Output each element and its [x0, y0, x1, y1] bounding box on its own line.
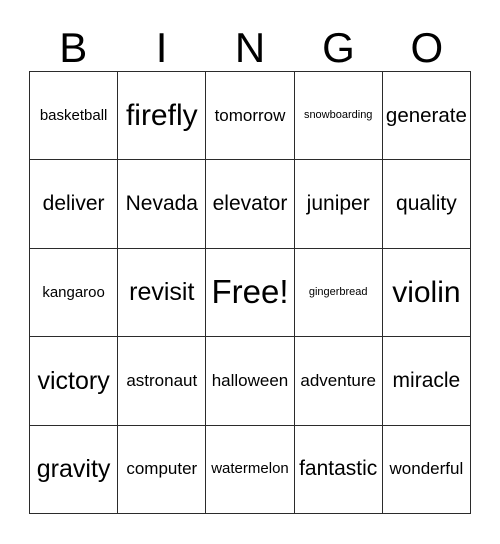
bingo-cell-label: snowboarding [303, 108, 373, 121]
header-letter-b: B [59, 24, 88, 71]
bingo-cell[interactable]: watermelon [206, 425, 295, 514]
bingo-cell-label: astronaut [126, 370, 198, 390]
bingo-cell[interactable]: fantastic [294, 425, 383, 514]
bingo-cell[interactable]: kangaroo [30, 248, 119, 338]
bingo-cell-label: watermelon [211, 460, 289, 478]
bingo-cell[interactable]: gingerbread [294, 248, 383, 338]
bingo-cell-label: Nevada [125, 192, 198, 216]
bingo-cell-label: wonderful [389, 459, 464, 479]
bingo-grid: basketball firefly tomorrow snowboarding… [29, 71, 471, 514]
bingo-cell-label: firefly [125, 98, 198, 132]
header-letter-i: I [155, 24, 168, 71]
bingo-cell[interactable]: Nevada [118, 160, 207, 249]
bingo-cell[interactable]: firefly [118, 72, 207, 161]
bingo-cell-label: generate [385, 103, 467, 127]
bingo-cell[interactable]: snowboarding [294, 72, 383, 161]
bingo-card: B I N G O basketball firefly tomorrow sn… [0, 0, 500, 544]
bingo-cell-label: tomorrow [214, 105, 286, 125]
bingo-cell[interactable]: astronaut [118, 337, 207, 426]
bingo-cell[interactable]: computer [118, 425, 207, 514]
bingo-cell-label: kangaroo [42, 283, 105, 301]
bingo-cell[interactable]: tomorrow [206, 72, 295, 161]
bingo-cell-label: gravity [36, 455, 111, 484]
bingo-free-space-label: Free! [211, 273, 289, 311]
bingo-cell-label: halloween [211, 370, 289, 390]
bingo-cell[interactable]: basketball [30, 72, 119, 161]
bingo-cell-label: violin [392, 275, 461, 309]
bingo-cell[interactable]: elevator [206, 160, 295, 249]
bingo-cell[interactable]: revisit [118, 248, 207, 338]
bingo-cell-label: miracle [392, 368, 461, 392]
bingo-cell-label: deliver [42, 192, 105, 216]
bingo-header: B I N G O [29, 16, 471, 71]
header-letter-n: N [234, 24, 266, 71]
bingo-cell-label: elevator [212, 192, 288, 216]
bingo-cell[interactable]: violin [382, 248, 471, 338]
bingo-cell[interactable]: victory [30, 337, 119, 426]
bingo-cell-label: juniper [306, 192, 370, 216]
bingo-cell[interactable]: juniper [294, 160, 383, 249]
bingo-cell-label: computer [126, 459, 198, 479]
bingo-cell-label: fantastic [299, 457, 378, 481]
bingo-cell[interactable]: adventure [294, 337, 383, 426]
bingo-cell[interactable]: miracle [382, 337, 471, 426]
bingo-cell-label: adventure [300, 370, 376, 390]
bingo-cell-label: revisit [129, 278, 195, 307]
header-letter-g: G [322, 24, 355, 71]
header-letter-o: O [410, 24, 444, 71]
bingo-cell[interactable]: quality [382, 160, 471, 249]
bingo-cell[interactable]: gravity [30, 425, 119, 514]
bingo-cell-label: basketball [39, 106, 108, 124]
bingo-cell-label: quality [396, 192, 457, 216]
bingo-cell-label: gingerbread [308, 285, 368, 298]
bingo-cell-free-space[interactable]: Free! [206, 248, 295, 338]
bingo-cell[interactable]: deliver [30, 160, 119, 249]
bingo-cell[interactable]: halloween [206, 337, 295, 426]
bingo-cell[interactable]: wonderful [382, 425, 471, 514]
bingo-cell-label: victory [37, 366, 110, 395]
bingo-cell[interactable]: generate [382, 72, 471, 161]
